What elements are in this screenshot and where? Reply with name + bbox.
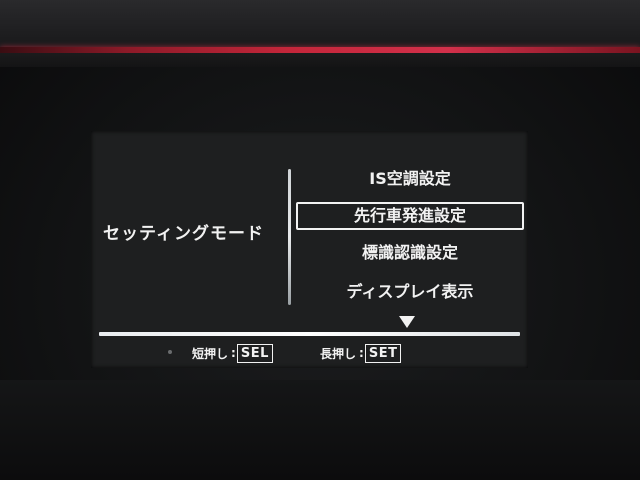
menu-item-display[interactable]: ディスプレイ表示 xyxy=(296,278,524,306)
settings-mode-title: セッティングモード xyxy=(103,224,264,244)
menu-item-is-air-conditioning[interactable]: IS空調設定 xyxy=(296,165,524,193)
status-dot xyxy=(168,350,172,354)
short-press-label: 短押し xyxy=(192,346,229,361)
short-press-hint: 短押し : SEL xyxy=(192,343,273,363)
menu-item-sign-recognition[interactable]: 標識認識設定 xyxy=(296,239,524,267)
triangle-down-icon xyxy=(399,316,415,328)
set-key-badge[interactable]: SET xyxy=(364,343,402,363)
sel-key-badge[interactable]: SEL xyxy=(236,343,273,363)
long-press-label: 長押し xyxy=(320,346,357,361)
long-press-hint: 長押し : SET xyxy=(320,343,402,363)
short-press-colon: : xyxy=(231,346,236,360)
hood-shadow xyxy=(0,53,640,67)
dashboard-lower-panel xyxy=(0,380,640,480)
menu-item-lead-vehicle-departure[interactable]: 先行車発進設定 xyxy=(296,202,524,230)
footer-divider xyxy=(99,332,520,336)
menu-scroll-indicator xyxy=(288,169,291,305)
long-press-colon: : xyxy=(359,346,364,360)
settings-display: セッティングモード IS空調設定 先行車発進設定 標識認識設定 ディスプレイ表示… xyxy=(91,131,528,368)
dashboard-scene: セッティングモード IS空調設定 先行車発進設定 標識認識設定 ディスプレイ表示… xyxy=(0,0,640,480)
